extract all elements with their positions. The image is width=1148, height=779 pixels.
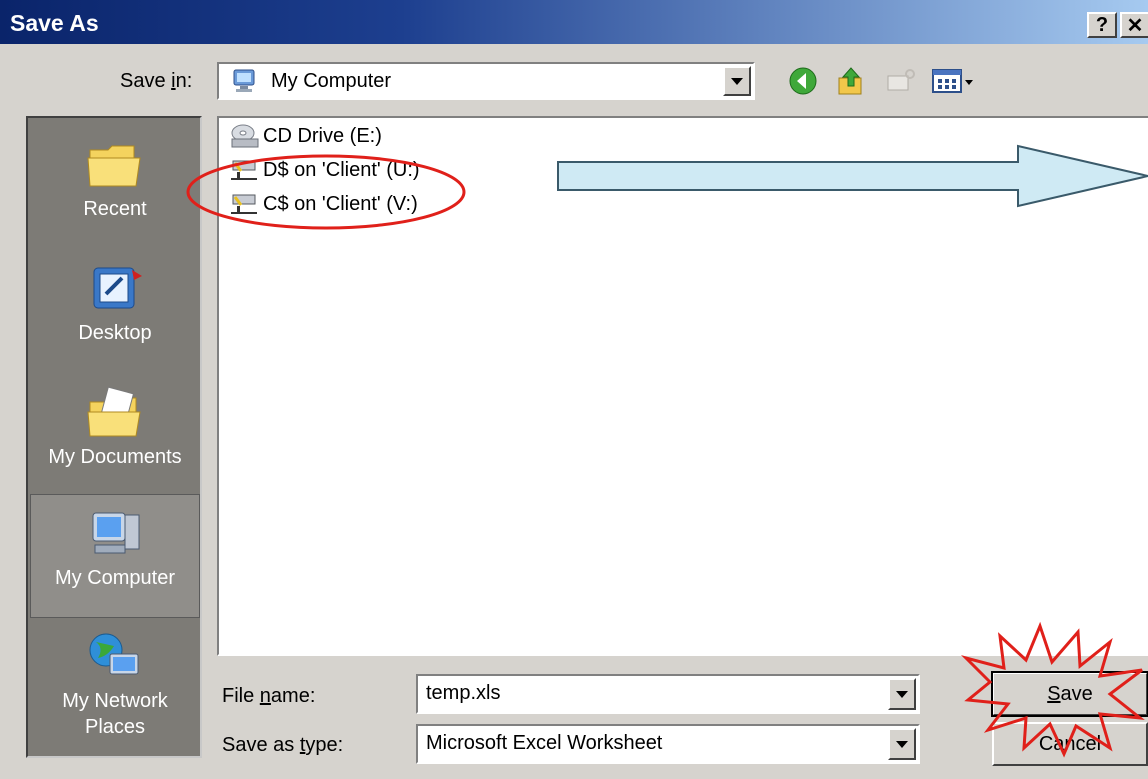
file-name-dropdown-button[interactable] bbox=[888, 678, 916, 710]
save-as-type-dropdown-button[interactable] bbox=[888, 728, 916, 760]
file-name-label: File name: bbox=[222, 685, 316, 707]
annotation-starburst bbox=[961, 621, 1145, 758]
save-as-type-dropdown[interactable]: Microsoft Excel Worksheet bbox=[416, 724, 920, 764]
annotation-arrow bbox=[557, 144, 1148, 208]
file-name-input[interactable]: temp.xls bbox=[416, 674, 920, 714]
save-as-type-label: Save as type: bbox=[222, 734, 344, 756]
annotation-circle bbox=[186, 154, 466, 230]
